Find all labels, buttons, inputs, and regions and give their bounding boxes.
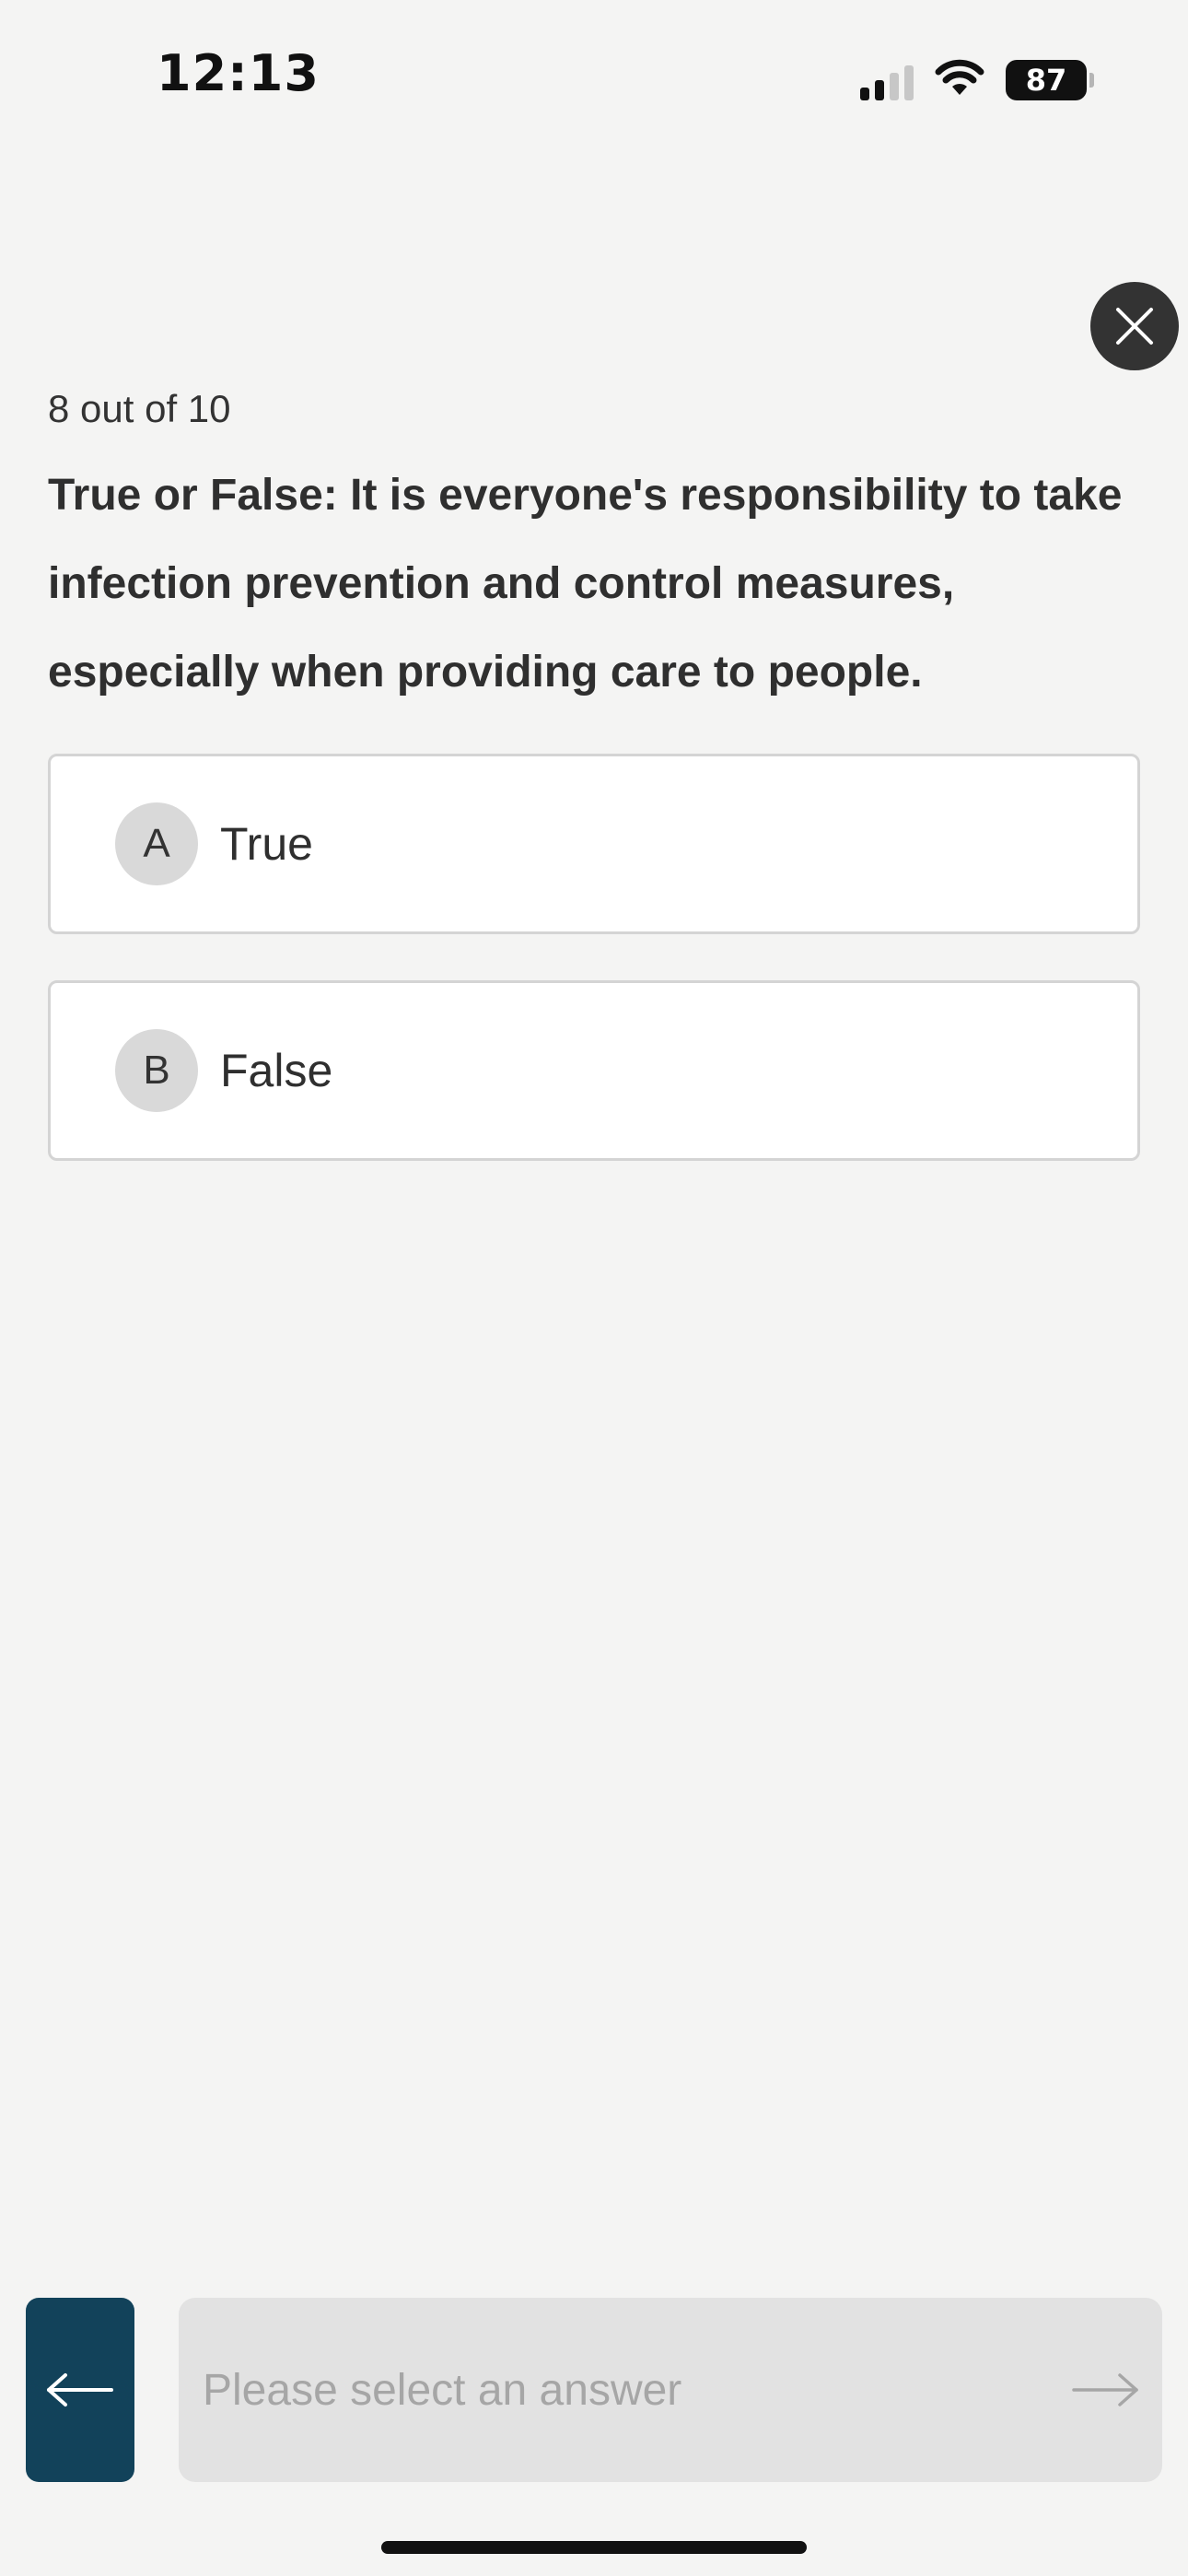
signal-icon bbox=[860, 60, 914, 100]
question-progress: 8 out of 10 bbox=[48, 387, 231, 430]
home-indicator[interactable] bbox=[381, 2541, 807, 2554]
status-time: 12:13 bbox=[157, 44, 320, 102]
submit-label: Please select an answer bbox=[203, 2365, 682, 2415]
option-label: True bbox=[220, 818, 313, 870]
battery-icon: 87 bbox=[1006, 60, 1094, 100]
option-label: False bbox=[220, 1045, 333, 1096]
arrow-right-icon bbox=[1072, 2373, 1138, 2406]
battery-level: 87 bbox=[1025, 63, 1067, 98]
close-button[interactable] bbox=[1090, 282, 1179, 370]
status-icons: 87 bbox=[860, 57, 1094, 103]
wifi-icon bbox=[934, 58, 985, 103]
answer-option-a[interactable]: A True bbox=[48, 754, 1140, 934]
submit-answer-button[interactable]: Please select an answer bbox=[179, 2298, 1162, 2482]
option-letter-badge: A bbox=[115, 802, 198, 885]
back-button[interactable] bbox=[26, 2298, 134, 2482]
arrow-left-icon bbox=[47, 2373, 113, 2406]
close-icon bbox=[1116, 308, 1153, 345]
quiz-screen: 12:13 87 8 out of 10 True or False: It i… bbox=[0, 0, 1188, 2576]
option-letter-badge: B bbox=[115, 1029, 198, 1112]
answer-option-b[interactable]: B False bbox=[48, 980, 1140, 1161]
question-text: True or False: It is everyone's responsi… bbox=[48, 471, 1123, 697]
